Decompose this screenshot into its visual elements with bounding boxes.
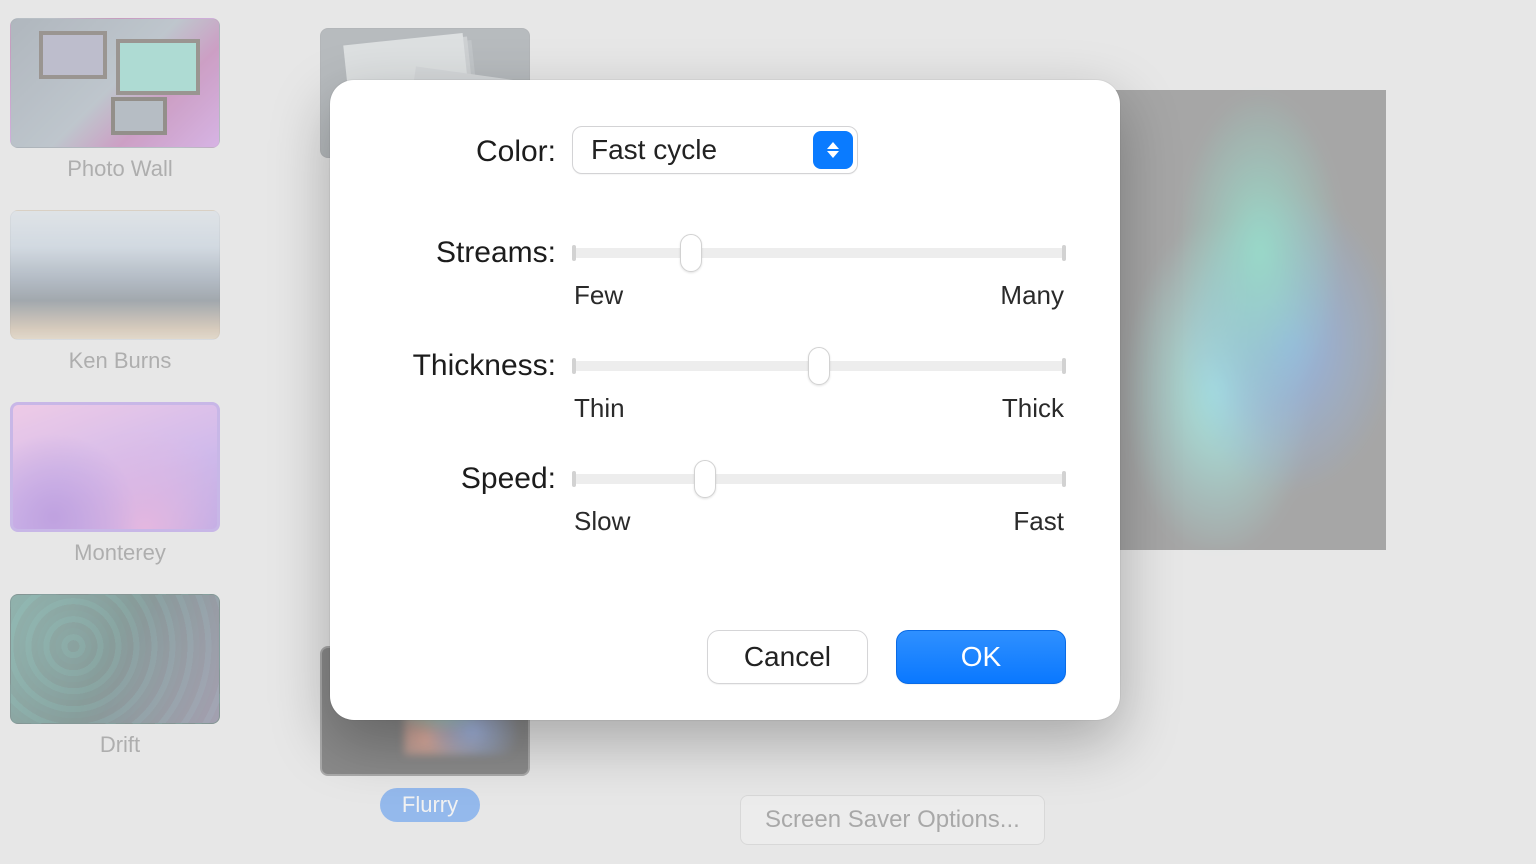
streams-slider[interactable]: [572, 248, 1066, 258]
thickness-slider-thumb[interactable]: [808, 347, 830, 385]
speed-slider[interactable]: [572, 474, 1066, 484]
slider-tick-icon: [1062, 471, 1066, 487]
speed-max-label: Fast: [1013, 506, 1064, 537]
ok-button[interactable]: OK: [896, 630, 1066, 684]
screensaver-preview: [1106, 90, 1386, 550]
streams-min-label: Few: [574, 280, 623, 311]
slider-tick-icon: [572, 358, 576, 374]
speed-slider-thumb[interactable]: [694, 460, 716, 498]
color-select[interactable]: Fast cycle: [572, 126, 858, 174]
screensaver-selected-pill: Flurry: [380, 788, 480, 822]
slider-tick-icon: [1062, 358, 1066, 374]
thickness-max-label: Thick: [1002, 393, 1064, 424]
slider-tick-icon: [572, 471, 576, 487]
screensaver-thumb-monterey[interactable]: [10, 402, 220, 532]
slider-tick-icon: [572, 245, 576, 261]
speed-min-label: Slow: [574, 506, 630, 537]
color-select-value: Fast cycle: [591, 134, 717, 165]
slider-tick-icon: [1062, 245, 1066, 261]
flurry-options-dialog: Color: Fast cycle Streams: Few Many Thic…: [330, 80, 1120, 720]
streams-max-label: Many: [1000, 280, 1064, 311]
thickness-slider[interactable]: [572, 361, 1066, 371]
cancel-button[interactable]: Cancel: [707, 630, 868, 684]
screen-saver-options-button[interactable]: Screen Saver Options...: [740, 795, 1045, 845]
thickness-min-label: Thin: [574, 393, 625, 424]
screensaver-thumb-photo-wall[interactable]: [10, 18, 220, 148]
streams-slider-thumb[interactable]: [680, 234, 702, 272]
screensaver-thumb-drift[interactable]: [10, 594, 220, 724]
screensaver-thumb-ken-burns[interactable]: [10, 210, 220, 340]
sidebar-item-label: Ken Burns: [10, 348, 230, 374]
sidebar-item-label: Photo Wall: [10, 156, 230, 182]
sidebar-item-label: Monterey: [10, 540, 230, 566]
speed-label: Speed:: [384, 458, 572, 496]
sidebar-item-label: Drift: [10, 732, 230, 758]
thickness-label: Thickness:: [384, 345, 572, 383]
updown-chevron-icon: [813, 131, 853, 169]
color-label: Color:: [384, 131, 572, 169]
streams-label: Streams:: [384, 232, 572, 270]
